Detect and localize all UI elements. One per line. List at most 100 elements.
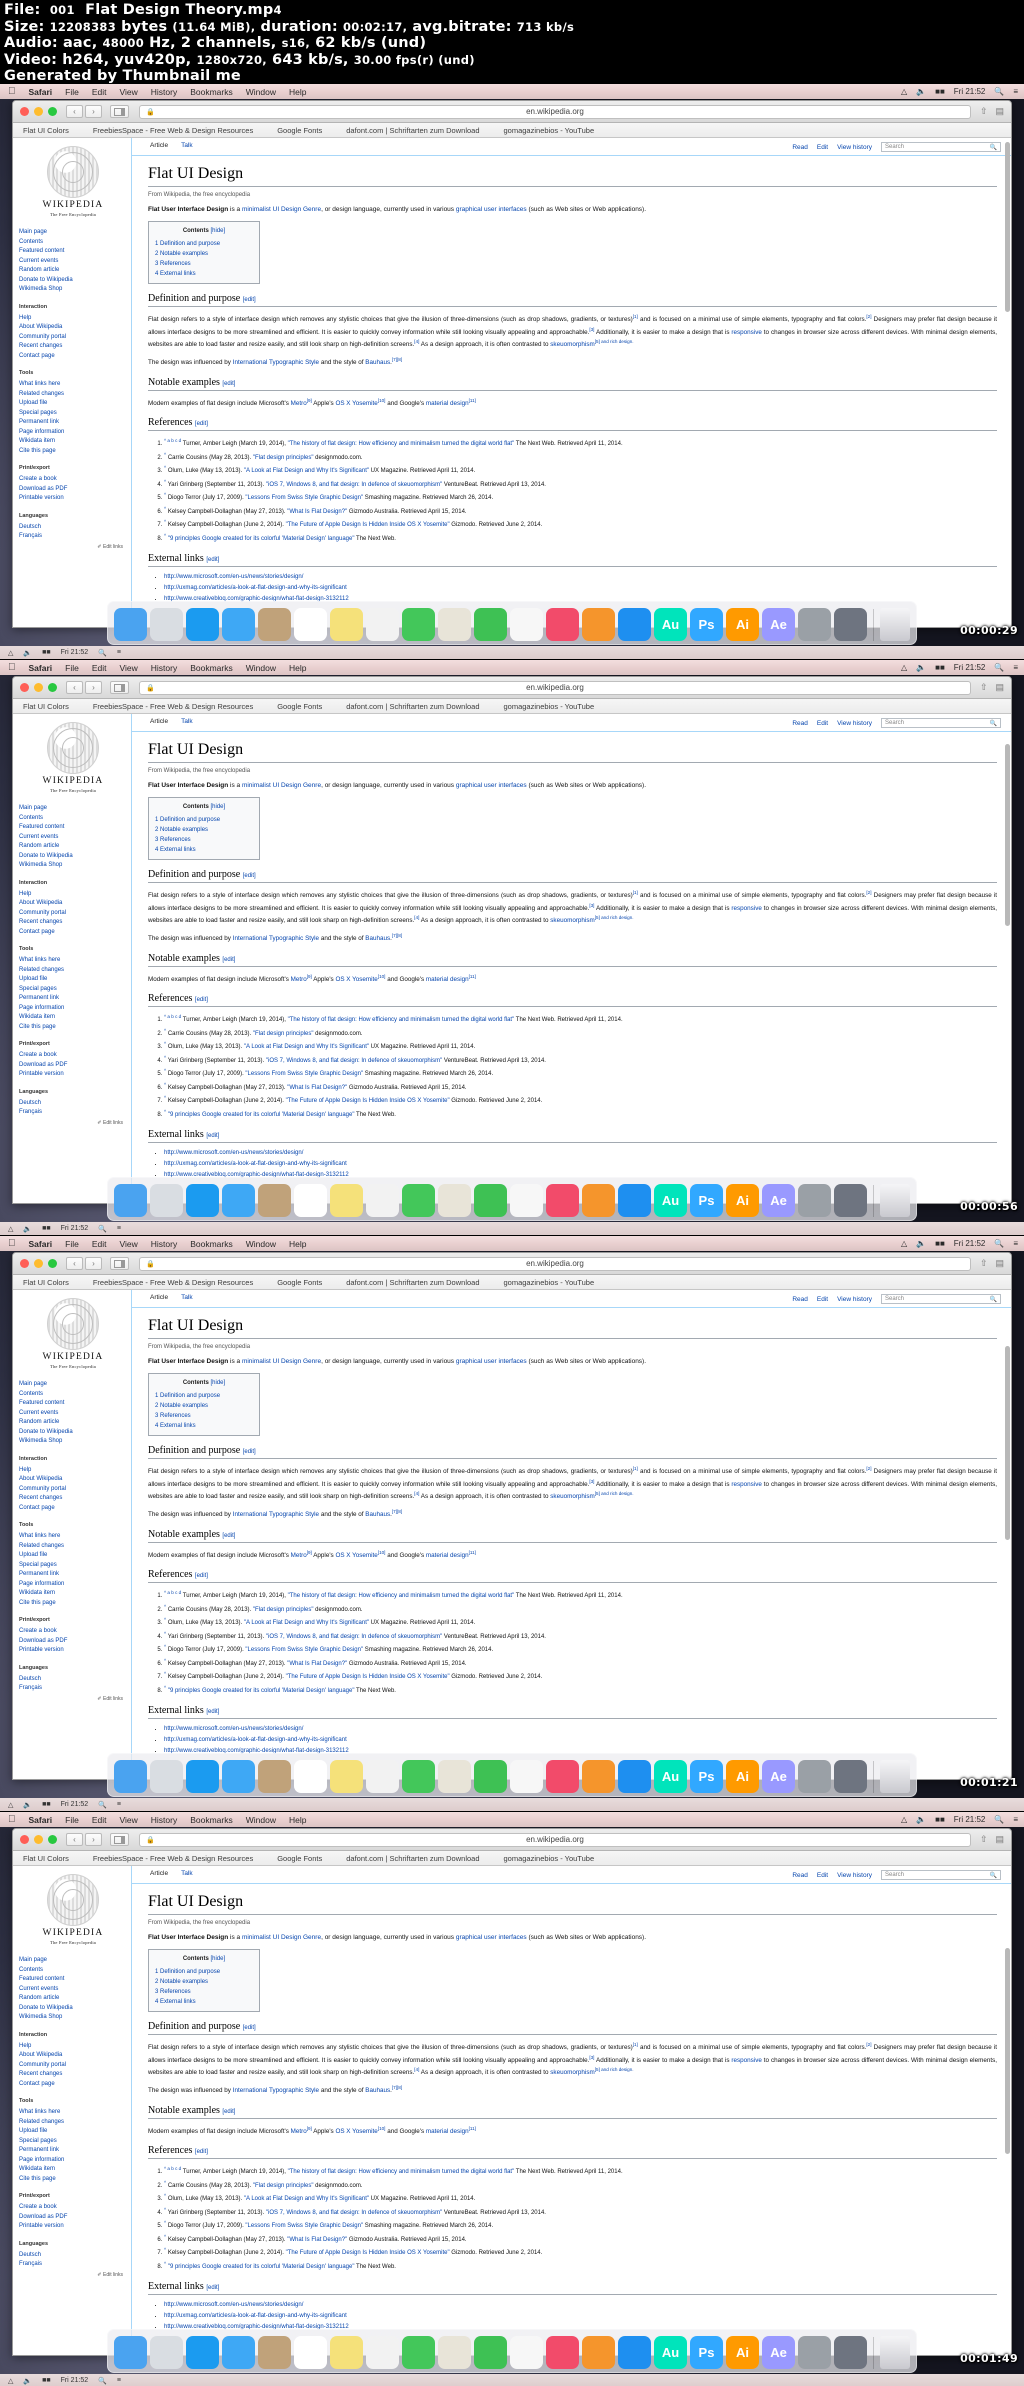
sidebar-item-recent-changes[interactable]: Recent changes bbox=[19, 1494, 127, 1504]
reference-backlink[interactable]: ^ bbox=[164, 1631, 166, 1636]
link-skeuomorphism[interactable]: skeuomorphism bbox=[550, 341, 594, 348]
menu-edit[interactable]: Edit bbox=[92, 1815, 107, 1825]
reference-backlink[interactable]: ^ bbox=[164, 1644, 166, 1649]
link-minimalist[interactable]: minimalist bbox=[242, 782, 271, 789]
safari-icon[interactable] bbox=[186, 1184, 219, 1217]
reference-backlink[interactable]: ^ bbox=[164, 1685, 166, 1690]
safari-icon[interactable] bbox=[186, 1760, 219, 1793]
reference-backlink[interactable]: ^ bbox=[164, 1617, 166, 1622]
reference-link[interactable]: "9 principles Google created for its col… bbox=[168, 536, 355, 542]
wifi-icon[interactable]: △ bbox=[8, 1225, 13, 1233]
address-bar[interactable]: 🔒 en.wikipedia.org bbox=[139, 1256, 971, 1271]
trash-icon[interactable] bbox=[880, 2336, 910, 2369]
menu-file[interactable]: File bbox=[65, 663, 79, 673]
tab-talk[interactable]: Talk bbox=[181, 1294, 193, 1304]
sidebar-item-fran-ais[interactable]: Français bbox=[19, 532, 127, 542]
search-icon[interactable]: 🔍 bbox=[98, 649, 107, 657]
link-ui-design-genre[interactable]: UI Design Genre bbox=[273, 1358, 321, 1365]
photos-icon[interactable] bbox=[510, 1184, 543, 1217]
link-metro[interactable]: Metro bbox=[291, 2128, 307, 2135]
action-read[interactable]: Read bbox=[792, 1296, 808, 1303]
page-scrollbar[interactable] bbox=[1005, 1866, 1010, 2355]
systempreferences-icon[interactable] bbox=[798, 2336, 831, 2369]
wifi-icon[interactable]: △ bbox=[901, 663, 907, 672]
forward-button[interactable]: › bbox=[85, 681, 102, 694]
sidebar-item-download-as-pdf[interactable]: Download as PDF bbox=[19, 485, 127, 495]
bookmark-4[interactable]: gomagazinebios - YouTube bbox=[504, 1278, 595, 1287]
reference-backlink[interactable]: ^ a b c d bbox=[164, 1590, 181, 1595]
audition-icon[interactable]: Au bbox=[654, 1760, 687, 1793]
external-link[interactable]: http://www.microsoft.com/en-us/news/stor… bbox=[164, 1726, 303, 1732]
reference-link[interactable]: "What Is Flat Design?" bbox=[287, 1085, 347, 1091]
maps-icon[interactable] bbox=[438, 2336, 471, 2369]
sidebar-item-printable-version[interactable]: Printable version bbox=[19, 1646, 127, 1656]
link-skeuomorphism[interactable]: skeuomorphism bbox=[550, 917, 594, 924]
action-view-history[interactable]: View history bbox=[837, 144, 872, 151]
action-view-history[interactable]: View history bbox=[837, 1872, 872, 1879]
control-center-icon[interactable]: ≡ bbox=[1013, 663, 1018, 672]
link-material-design[interactable]: material design bbox=[426, 1552, 469, 1559]
itunes-icon[interactable] bbox=[546, 608, 579, 641]
reference-link[interactable]: "The history of flat design: How efficie… bbox=[288, 1017, 515, 1023]
section-edit-link[interactable]: [edit] bbox=[195, 997, 208, 1003]
link-material-design[interactable]: material design bbox=[426, 976, 469, 983]
sidebar-item-download-as-pdf[interactable]: Download as PDF bbox=[19, 1637, 127, 1647]
sidebar-item-community-portal[interactable]: Community portal bbox=[19, 1485, 127, 1495]
appstore-icon[interactable] bbox=[618, 1184, 651, 1217]
sidebar-item-related-changes[interactable]: Related changes bbox=[19, 390, 127, 400]
sidebar-item-help[interactable]: Help bbox=[19, 2042, 127, 2052]
sidebar-item-about-wikipedia[interactable]: About Wikipedia bbox=[19, 323, 127, 333]
maps-icon[interactable] bbox=[438, 608, 471, 641]
bookmark-1[interactable]: FreebiesSpace - Free Web & Design Resour… bbox=[93, 1278, 253, 1287]
link-gui[interactable]: graphical user interfaces bbox=[456, 1358, 527, 1365]
menu-file[interactable]: File bbox=[65, 1815, 79, 1825]
menu-bookmarks[interactable]: Bookmarks bbox=[190, 663, 233, 673]
reference-backlink[interactable]: ^ bbox=[164, 2247, 166, 2252]
reference-link[interactable]: "What Is Flat Design?" bbox=[287, 509, 347, 515]
page-scrollbar[interactable] bbox=[1005, 1290, 1010, 1779]
photoshop-icon[interactable]: Ps bbox=[690, 2336, 723, 2369]
edit-links-label[interactable]: ✐ Edit links bbox=[19, 1118, 127, 1128]
menu-window[interactable]: Window bbox=[246, 1815, 276, 1825]
reference-link[interactable]: "The Future of Apple Design Is Hidden In… bbox=[286, 1674, 450, 1680]
search-icon[interactable]: 🔍 bbox=[990, 1296, 997, 1303]
tabs-button[interactable]: ▤ bbox=[995, 682, 1004, 693]
link-responsive[interactable]: responsive bbox=[731, 1481, 761, 1488]
reference-backlink[interactable]: ^ bbox=[164, 1604, 166, 1609]
status-clock[interactable]: Fri 21:52 bbox=[61, 1801, 89, 1808]
sidebar-item-wikimedia-shop[interactable]: Wikimedia Shop bbox=[19, 2013, 127, 2023]
photoshop-icon[interactable]: Ps bbox=[690, 1184, 723, 1217]
sidebar-item-upload-file[interactable]: Upload file bbox=[19, 2127, 127, 2137]
reference-backlink[interactable]: ^ bbox=[164, 1109, 166, 1114]
itunes-icon[interactable] bbox=[546, 1760, 579, 1793]
trash-icon[interactable] bbox=[880, 608, 910, 641]
reference-backlink[interactable]: ^ bbox=[164, 1095, 166, 1100]
reference-link[interactable]: "9 principles Google created for its col… bbox=[168, 1112, 355, 1118]
wikipedia-logo[interactable]: WIKIPEDIA The Free Encyclopedia bbox=[19, 146, 127, 220]
wiki-search-input[interactable]: Search 🔍 bbox=[881, 718, 1001, 728]
toc-link-2[interactable]: 3 References bbox=[155, 1411, 253, 1421]
link-os-x-yosemite[interactable]: OS X Yosemite bbox=[335, 2128, 377, 2135]
sidebar-item-contents[interactable]: Contents bbox=[19, 1966, 127, 1976]
reference-link[interactable]: "What Is Flat Design?" bbox=[287, 2237, 347, 2243]
reference-backlink[interactable]: ^ bbox=[164, 506, 166, 511]
link-skeuomorphism[interactable]: skeuomorphism bbox=[550, 1493, 594, 1500]
illustrator-icon[interactable]: Ai bbox=[726, 1760, 759, 1793]
wifi-icon[interactable]: △ bbox=[901, 1815, 907, 1824]
link-minimalist[interactable]: minimalist bbox=[242, 1934, 271, 1941]
battery-icon[interactable]: ■■ bbox=[935, 1815, 945, 1824]
reference-link[interactable]: "A Look at Flat Design and Why It's Sign… bbox=[244, 1044, 369, 1050]
battery-icon[interactable]: ■■ bbox=[42, 1225, 50, 1232]
link-material-design[interactable]: material design bbox=[426, 2128, 469, 2135]
sidebar-item-help[interactable]: Help bbox=[19, 314, 127, 324]
sidebar-item-page-information[interactable]: Page information bbox=[19, 1580, 127, 1590]
sidebar-item-deutsch[interactable]: Deutsch bbox=[19, 1675, 127, 1685]
notes-icon[interactable] bbox=[330, 1760, 363, 1793]
toc-link-1[interactable]: 2 Notable examples bbox=[155, 825, 253, 835]
control-center-icon[interactable]: ≡ bbox=[1013, 1815, 1018, 1824]
sidebar-item-random-article[interactable]: Random article bbox=[19, 266, 127, 276]
search-icon[interactable]: 🔍 bbox=[990, 1872, 997, 1879]
downloads-stack-icon[interactable] bbox=[834, 2336, 867, 2369]
reference-backlink[interactable]: ^ a b c d bbox=[164, 2166, 181, 2171]
sidebar-item-deutsch[interactable]: Deutsch bbox=[19, 523, 127, 533]
